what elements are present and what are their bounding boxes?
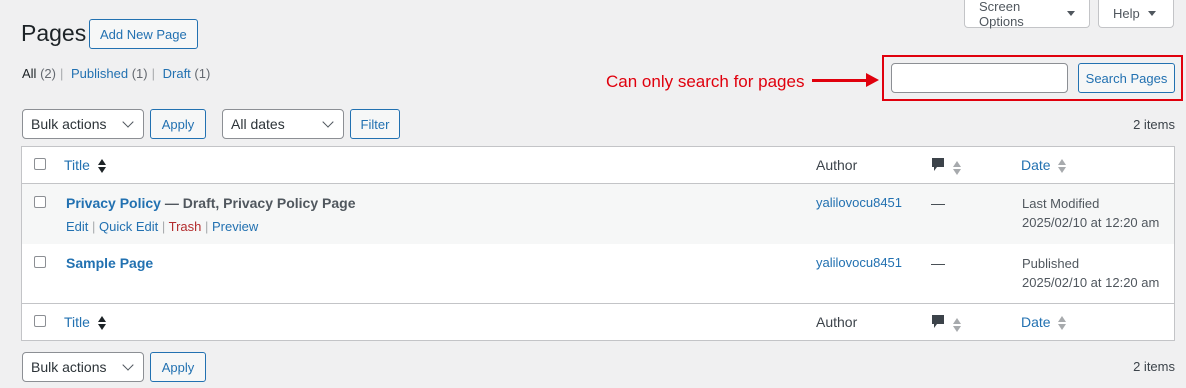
items-count-bottom: 2 items	[1133, 359, 1175, 374]
view-draft[interactable]: Draft (1)	[163, 66, 211, 81]
comments-cell: —	[931, 255, 945, 271]
page-title-link[interactable]: Privacy Policy	[66, 195, 161, 211]
select-all-checkbox[interactable]	[34, 158, 46, 170]
date-cell: Last Modified 2025/02/10 at 12:20 am	[1022, 194, 1159, 232]
chevron-down-icon	[122, 359, 134, 371]
bulk-actions-label: Bulk actions	[31, 359, 107, 375]
chevron-down-icon	[322, 116, 334, 128]
quick-edit-link[interactable]: Quick Edit	[99, 219, 158, 234]
page-title-cell: Sample Page	[66, 255, 153, 271]
page-title-cell: Privacy Policy — Draft, Privacy Policy P…	[66, 195, 355, 211]
sort-arrows-icon	[1058, 159, 1067, 174]
row-actions: Edit | Quick Edit | Trash | Preview	[66, 219, 259, 234]
caret-down-icon	[1067, 11, 1075, 16]
table-footer: Title Author Date	[22, 303, 1174, 340]
sort-arrows-icon	[97, 316, 106, 331]
comments-column-header[interactable]	[931, 157, 961, 176]
author-link[interactable]: yalilovocu8451	[816, 195, 902, 210]
page-title-link[interactable]: Sample Page	[66, 255, 153, 271]
bulk-actions-label: Bulk actions	[31, 116, 107, 132]
help-label: Help	[1113, 6, 1140, 21]
annotation-text: Can only search for pages	[606, 72, 805, 91]
row-checkbox[interactable]	[34, 256, 46, 268]
view-filters: All (2) | Published (1) | Draft (1)	[22, 66, 211, 81]
comment-bubble-icon	[932, 158, 944, 171]
chevron-down-icon	[122, 116, 134, 128]
table-row: Privacy Policy — Draft, Privacy Policy P…	[22, 184, 1174, 244]
sort-arrows-icon	[952, 318, 961, 333]
comments-column-footer[interactable]	[931, 314, 961, 333]
search-input[interactable]	[891, 63, 1068, 93]
title-column-header[interactable]: Title	[64, 157, 106, 174]
sort-arrows-icon	[1058, 316, 1067, 331]
sort-arrows-icon	[97, 159, 106, 174]
search-pages-button[interactable]: Search Pages	[1078, 63, 1175, 93]
view-published[interactable]: Published (1)	[71, 66, 148, 81]
filter-button[interactable]: Filter	[350, 109, 400, 139]
pages-table: Title Author Date Privacy Policy — Draft…	[21, 146, 1175, 341]
date-value: 2025/02/10 at 12:20 am	[1022, 215, 1160, 230]
screen-options-button[interactable]: Screen Options	[964, 0, 1090, 29]
date-status: Published	[1022, 256, 1080, 271]
bulk-actions-select-bottom[interactable]: Bulk actions	[22, 352, 144, 382]
row-checkbox[interactable]	[34, 196, 46, 208]
apply-button-top[interactable]: Apply	[150, 109, 206, 139]
caret-down-icon	[1147, 11, 1156, 16]
annotation-arrow-line	[812, 79, 870, 82]
author-link[interactable]: yalilovocu8451	[816, 255, 902, 270]
author-column-footer: Author	[816, 314, 858, 330]
date-filter-label: All dates	[231, 116, 285, 132]
comments-cell: —	[931, 195, 945, 211]
date-column-footer[interactable]: Date	[1021, 314, 1067, 331]
view-all[interactable]: All (2)	[22, 66, 56, 81]
bulk-actions-select-top[interactable]: Bulk actions	[22, 109, 144, 139]
select-all-checkbox[interactable]	[34, 315, 46, 327]
date-value: 2025/02/10 at 12:20 am	[1022, 275, 1160, 290]
page-title: Pages	[21, 20, 87, 46]
add-new-page-button[interactable]: Add New Page	[89, 19, 198, 49]
screen-options-label: Screen Options	[979, 0, 1024, 29]
author-column-header: Author	[816, 157, 858, 173]
comment-bubble-icon	[932, 315, 944, 328]
title-column-footer[interactable]: Title	[64, 314, 106, 331]
items-count-top: 2 items	[1133, 117, 1175, 132]
preview-link[interactable]: Preview	[212, 219, 258, 234]
date-filter-select[interactable]: All dates	[222, 109, 344, 139]
table-row: Sample Page yalilovocu8451 — Published 2…	[22, 244, 1174, 304]
screen-meta-links: Screen Options Help	[964, 0, 1174, 29]
sort-arrows-icon	[952, 161, 961, 176]
table-header: Title Author Date	[22, 147, 1174, 184]
apply-button-bottom[interactable]: Apply	[150, 352, 206, 382]
post-state: — Draft, Privacy Policy Page	[160, 195, 356, 211]
help-button[interactable]: Help	[1098, 0, 1174, 28]
date-column-header[interactable]: Date	[1021, 157, 1067, 174]
date-status: Last Modified	[1022, 196, 1100, 211]
edit-link[interactable]: Edit	[66, 219, 88, 234]
trash-link[interactable]: Trash	[169, 219, 202, 234]
annotation-arrow-head-icon	[866, 73, 879, 87]
date-cell: Published 2025/02/10 at 12:20 am	[1022, 254, 1159, 292]
